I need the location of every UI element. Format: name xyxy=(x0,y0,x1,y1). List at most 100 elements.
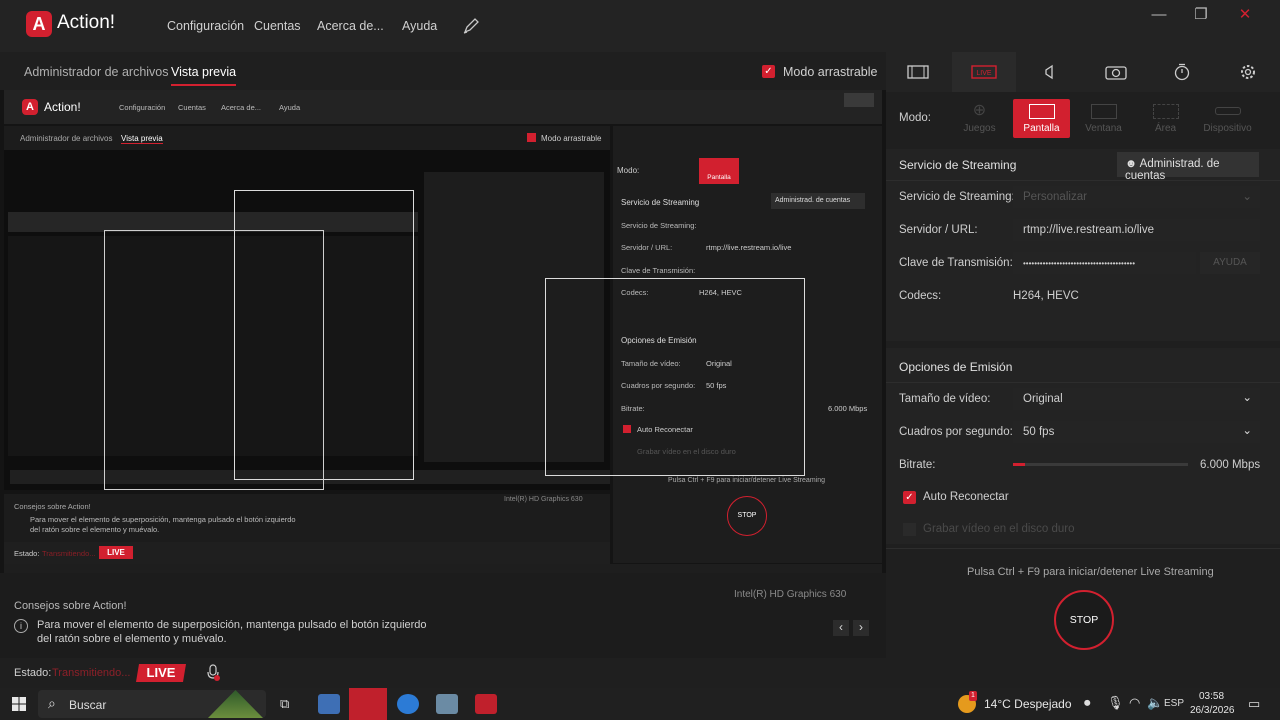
status-label: Estado: xyxy=(14,667,52,679)
service-label: Servicio de Streaming: xyxy=(899,191,1015,203)
mode-device[interactable]: Dispositivo xyxy=(1199,99,1256,138)
pen-icon[interactable] xyxy=(463,17,480,34)
store-icon[interactable] xyxy=(318,694,340,714)
chevron-down-icon: ⌄ xyxy=(1242,425,1252,437)
stop-button[interactable]: STOP xyxy=(1054,590,1114,650)
gear-icon xyxy=(1241,65,1255,79)
settings-tabs: LIVE xyxy=(886,52,1280,92)
browser-icon[interactable] xyxy=(397,694,419,714)
nested-stop-button: STOP xyxy=(727,496,767,536)
windows-start-icon[interactable] xyxy=(12,697,26,711)
action-icon[interactable] xyxy=(475,694,497,714)
tips-prev-button[interactable]: ‹ xyxy=(833,620,849,636)
weather-text[interactable]: 14°C Despejado xyxy=(984,697,1072,711)
nested-taskbar xyxy=(4,564,882,573)
nested-drag-label: Modo arrastrable xyxy=(541,134,602,143)
menu-ayuda[interactable]: Ayuda xyxy=(402,19,437,33)
camera-icon xyxy=(1105,66,1127,80)
nested-frame-2 xyxy=(104,230,324,490)
tab-audio[interactable] xyxy=(1018,52,1082,92)
hotkey-hint: Pulsa Ctrl + F9 para iniciar/detener Liv… xyxy=(967,566,1214,578)
mode-area-label: Área xyxy=(1154,123,1177,134)
emission-section xyxy=(886,348,1280,544)
mode-window[interactable]: Ventana xyxy=(1075,99,1132,138)
manage-accounts-button[interactable]: ☻ Administrad. de cuentas xyxy=(1117,152,1259,182)
weather-badge: 1 xyxy=(969,691,977,701)
menu-acerca[interactable]: Acerca de... xyxy=(317,19,384,33)
nested-left-tabs: Administrador de archivos Vista previa M… xyxy=(4,126,610,150)
tab-timer[interactable] xyxy=(1150,52,1214,92)
codecs-label: Codecs: xyxy=(899,290,942,302)
menu-cuentas[interactable]: Cuentas xyxy=(254,19,301,33)
bitrate-slider[interactable] xyxy=(1013,463,1188,466)
bitrate-label: Bitrate: xyxy=(899,459,936,471)
task-view-icon[interactable]: ⧉ xyxy=(280,696,289,712)
restore-button[interactable]: ❐ xyxy=(1178,0,1224,30)
menu-configuracion[interactable]: Configuración xyxy=(167,19,244,33)
tips-next-button[interactable]: › xyxy=(853,620,869,636)
user-icon: ☻ xyxy=(1125,158,1138,170)
live-badge: LIVE xyxy=(136,664,186,682)
nested-menu-cuentas: Cuentas xyxy=(178,103,206,112)
clock-date[interactable]: 26/3/2026 xyxy=(1190,705,1235,716)
record-disk-checkbox[interactable] xyxy=(903,523,916,536)
minimize-button[interactable]: — xyxy=(1136,0,1182,30)
mode-games[interactable]: ⊕ Juegos xyxy=(951,99,1008,138)
tab-preview[interactable]: Vista previa xyxy=(171,65,237,86)
taskbar-search[interactable]: ⌕ Buscar xyxy=(38,690,266,718)
microphone-icon[interactable] xyxy=(206,664,220,682)
action-app-taskbar-icon[interactable] xyxy=(349,688,387,720)
notification-icon[interactable]: ▭ xyxy=(1248,696,1260,712)
codecs-value: H264, HEVC xyxy=(1013,290,1079,302)
microphone-tray-icon[interactable]: 🎙 xyxy=(1107,695,1124,711)
stream-key-input[interactable]: •••••••••••••••••••••••••••••••••••••••• xyxy=(1013,252,1196,274)
clock-time[interactable]: 03:58 xyxy=(1199,691,1224,702)
auto-reconnect-checkbox[interactable]: ✓ xyxy=(903,491,916,504)
nested-app-title: Action! xyxy=(44,100,81,114)
nested-close-icon xyxy=(844,93,874,107)
preview-area[interactable]: A Action! Configuración Cuentas Acerca d… xyxy=(0,90,886,573)
volume-icon[interactable]: 🔈 xyxy=(1147,695,1163,711)
record-disk-label: Grabar vídeo en el disco duro xyxy=(923,523,1075,535)
gamepad-icon: ⊕ xyxy=(972,102,987,119)
language-indicator[interactable]: ESP xyxy=(1164,698,1184,709)
nested-preview xyxy=(4,150,610,490)
mode-screen[interactable]: Pantalla xyxy=(1013,99,1070,138)
tab-screenshot[interactable] xyxy=(1084,52,1148,92)
drag-mode-checkbox[interactable]: ✓ xyxy=(762,65,775,78)
chevron-down-icon: ⌄ xyxy=(1242,191,1252,203)
fps-value: 50 fps xyxy=(1023,426,1055,438)
tab-video[interactable] xyxy=(886,52,950,92)
nested-logo-icon: A xyxy=(22,99,38,115)
mode-area[interactable]: Área xyxy=(1137,99,1194,138)
server-input[interactable]: rtmp://live.restream.io/live xyxy=(1013,219,1260,241)
help-button[interactable]: AYUDA xyxy=(1200,252,1260,274)
service-select[interactable]: Personalizar ⌄ xyxy=(1013,186,1260,208)
search-highlight-image xyxy=(208,690,263,718)
divider xyxy=(886,548,1280,549)
tab-settings[interactable] xyxy=(1216,52,1280,92)
video-size-select[interactable]: Original ⌄ xyxy=(1013,388,1260,410)
nested-tips-title: Consejos sobre Action! xyxy=(14,502,91,511)
nested-statusbar: Estado: Transmitiendo... LIVE xyxy=(4,542,610,564)
video-size-value: Original xyxy=(1023,393,1063,405)
mic-tray-icon[interactable]: ⏺ xyxy=(1084,695,1091,711)
nested-server-value: rtmp://live.restream.io/live xyxy=(706,243,792,252)
nested-status-value: Transmitiendo... xyxy=(42,549,96,558)
screen-icon xyxy=(1013,99,1070,123)
nested-right-panel: Modo: Pantalla Servicio de Streaming Adm… xyxy=(545,126,882,563)
mode-games-label: Juegos xyxy=(963,123,996,134)
tab-file-manager[interactable]: Administrador de archivos xyxy=(24,65,169,79)
explorer-icon[interactable] xyxy=(436,694,458,714)
nested-gpu-label: Intel(R) HD Graphics 630 xyxy=(504,496,583,503)
tab-streaming[interactable]: LIVE xyxy=(952,52,1016,92)
mode-label: Modo: xyxy=(899,112,931,124)
wifi-icon[interactable]: ◠ xyxy=(1129,695,1140,711)
streaming-title: Servicio de Streaming xyxy=(899,158,1017,172)
fps-select[interactable]: 50 fps ⌄ xyxy=(1013,421,1260,443)
server-label: Servidor / URL: xyxy=(899,224,978,236)
close-button[interactable]: ✕ xyxy=(1222,0,1268,30)
divider xyxy=(886,180,1280,181)
auto-reconnect-label: Auto Reconectar xyxy=(923,491,1009,503)
bitrate-value: 6.000 Mbps xyxy=(1200,459,1261,471)
